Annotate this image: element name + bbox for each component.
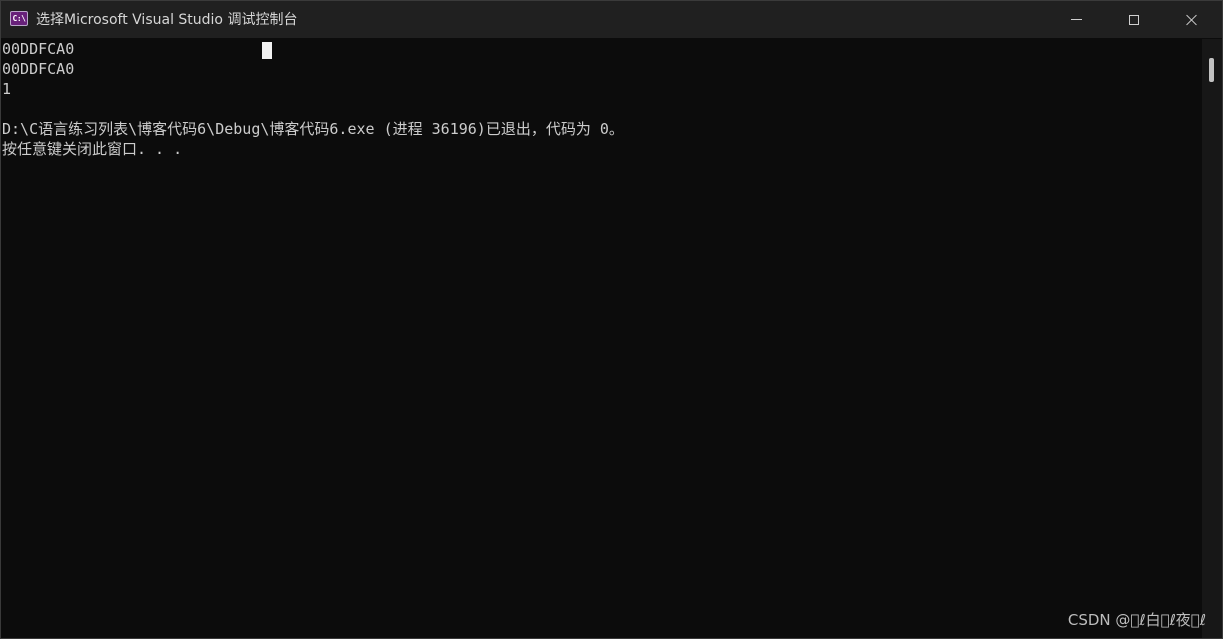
console-line: 1 — [2, 80, 12, 98]
minimize-button[interactable] — [1047, 1, 1105, 38]
maximize-button[interactable] — [1105, 1, 1163, 38]
title-bar[interactable]: C:\ 选择Microsoft Visual Studio 调试控制台 — [1, 1, 1222, 38]
close-icon — [1186, 14, 1198, 26]
console-window: C:\ 选择Microsoft Visual Studio 调试控制台 00DD… — [0, 0, 1223, 639]
vertical-scrollbar[interactable] — [1202, 39, 1222, 638]
text-cursor — [262, 42, 272, 59]
console-output[interactable]: 00DDFCA0 00DDFCA0 1 D:\C语言练习列表\博客代码6\Deb… — [1, 39, 1201, 638]
maximize-icon — [1129, 14, 1139, 25]
watermark: CSDN @ ℓ白 ℓ夜 ℓ — [1067, 611, 1206, 629]
scrollbar-thumb[interactable] — [1209, 58, 1214, 82]
console-line: D:\C语言练习列表\博客代码6\Debug\博客代码6.exe (进程 361… — [2, 120, 624, 138]
close-button[interactable] — [1163, 1, 1221, 38]
minimize-icon — [1070, 19, 1082, 20]
window-title: 选择Microsoft Visual Studio 调试控制台 — [36, 12, 298, 28]
vs-debug-console-icon: C:\ — [10, 11, 28, 26]
console-line: 00DDFCA0 — [2, 60, 75, 78]
console-line: 按任意键关闭此窗口. . . — [2, 140, 183, 158]
console-line: 00DDFCA0 — [2, 40, 75, 58]
